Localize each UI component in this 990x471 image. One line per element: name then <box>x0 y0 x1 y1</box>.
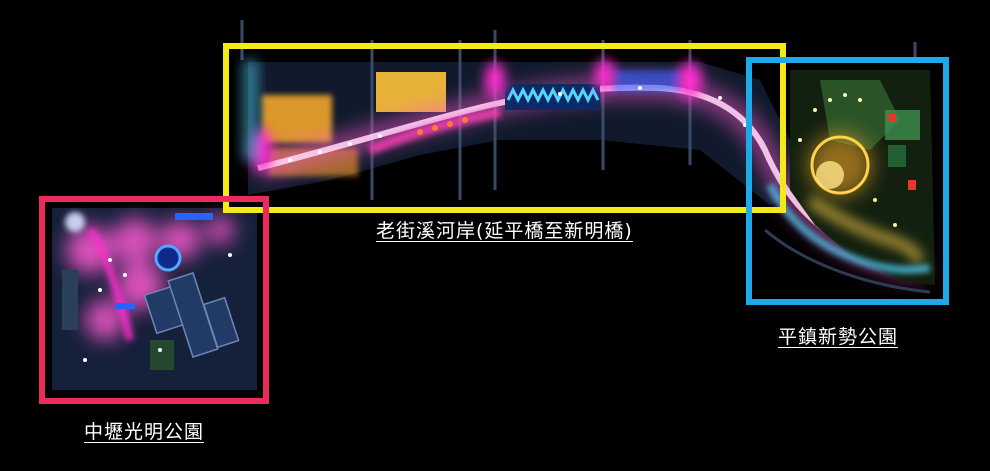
xinshi-zone-label: 平鎮新勢公園 <box>778 326 899 348</box>
guangming-zone-label: 中壢光明公園 <box>84 421 205 443</box>
guangming-park-plan <box>52 208 257 390</box>
river-zone-label: 老街溪河岸(延平橋至新明橋) <box>376 220 633 242</box>
xinshi-park-plan <box>764 70 935 294</box>
